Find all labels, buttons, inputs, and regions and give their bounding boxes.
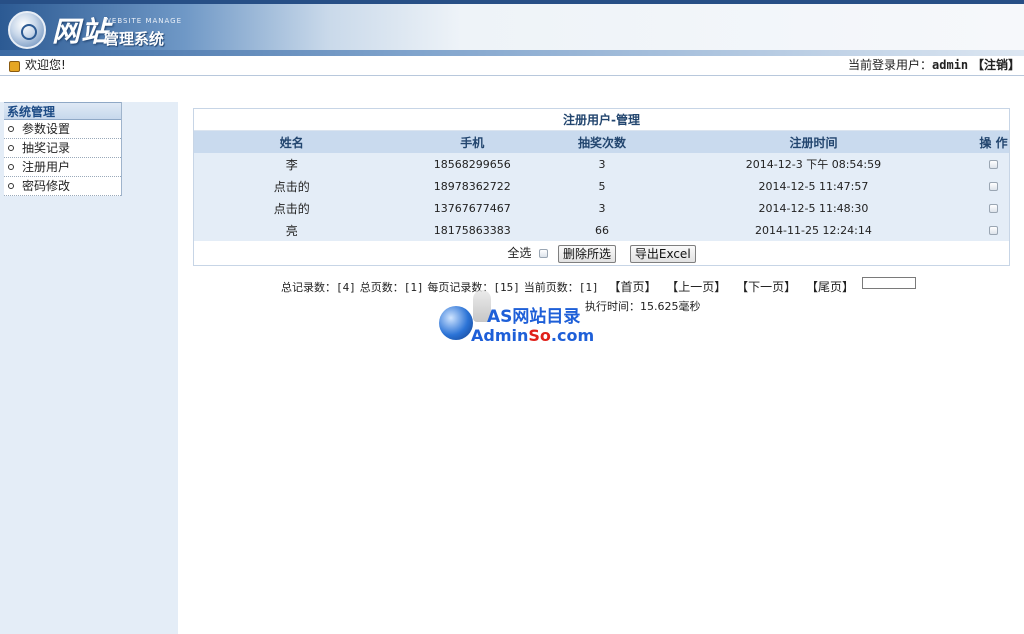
column-header-time: 注册时间	[648, 131, 979, 153]
select-all-checkbox[interactable]	[539, 249, 549, 258]
column-header-draws: 抽奖次数	[555, 131, 649, 153]
sidebar-item-change-password[interactable]: 密码修改	[4, 177, 121, 196]
bullet-icon	[8, 145, 14, 151]
delete-selected-button[interactable]: 删除所选	[558, 244, 617, 263]
cell-action	[978, 197, 1009, 219]
cell-phone: 13767677467	[389, 197, 556, 219]
cell-action	[978, 219, 1009, 241]
login-info: 当前登录用户：admin 【注销】	[848, 56, 1020, 75]
table-actions: 全选 删除所选 导出Excel	[194, 241, 1009, 265]
cell-name: 点击的	[194, 175, 390, 197]
login-label: 当前登录用户：	[848, 58, 933, 72]
cell-name: 亮	[194, 219, 390, 241]
table-row: 点击的 13767677467 3 2014-12-5 11:48:30	[194, 197, 1009, 219]
user-icon	[9, 61, 20, 72]
cell-phone: 18568299656	[389, 153, 556, 175]
row-checkbox[interactable]	[989, 226, 998, 235]
cell-draws: 5	[555, 175, 649, 197]
export-excel-button[interactable]: 导出Excel	[629, 244, 696, 263]
cell-phone: 18175863383	[389, 219, 556, 241]
total-records: 总记录数：[4]	[281, 281, 356, 294]
watermark-title: AS网站目录	[487, 307, 581, 327]
logout-link[interactable]: 【注销】	[972, 58, 1020, 72]
page-jump-input[interactable]	[862, 277, 916, 289]
welcome-text: 欢迎您!	[25, 58, 66, 72]
cell-draws: 3	[555, 153, 649, 175]
sidebar-item-label: 注册用户	[22, 160, 71, 174]
execution-time: 执行时间：15.625毫秒	[585, 300, 701, 313]
brand-subtitle-en: WEBSITE MANAGE	[104, 17, 183, 25]
bullet-icon	[8, 183, 14, 189]
table-header-row: 姓名 手机 抽奖次数 注册时间 操 作	[194, 131, 1009, 153]
prev-page-link[interactable]: 【上一页】	[666, 280, 726, 294]
users-panel: 注册用户-管理 姓名 手机 抽奖次数 注册时间 操 作 李 1856829965…	[193, 108, 1010, 266]
row-checkbox[interactable]	[989, 182, 998, 191]
table-row: 点击的 18978362722 5 2014-12-5 11:47:57	[194, 175, 1009, 197]
column-header-action: 操 作	[978, 131, 1009, 153]
cell-time: 2014-12-3 下午 08:54:59	[648, 153, 979, 175]
sidebar-item-label: 参数设置	[22, 122, 71, 136]
welcome-bar: 欢迎您! 当前登录用户：admin 【注销】	[0, 56, 1024, 76]
cell-action	[978, 175, 1009, 197]
first-page-link[interactable]: 【首页】	[608, 280, 656, 294]
bullet-icon	[8, 126, 14, 132]
cell-time: 2014-12-5 11:47:57	[648, 175, 979, 197]
cell-time: 2014-11-25 12:24:14	[648, 219, 979, 241]
sidebar-item-settings[interactable]: 参数设置	[4, 120, 121, 139]
column-header-phone: 手机	[389, 131, 556, 153]
brand-subtitle: 管理系统	[104, 30, 165, 48]
globe-icon	[439, 306, 473, 340]
bullet-icon	[8, 164, 14, 170]
watermark-url-a: Admin	[471, 326, 529, 345]
row-checkbox[interactable]	[989, 204, 998, 213]
next-page-link[interactable]: 【下一页】	[736, 280, 796, 294]
cell-name: 点击的	[194, 197, 390, 219]
sidebar: 系统管理 参数设置 抽奖记录 注册用户 密码修改	[0, 102, 178, 634]
cell-draws: 3	[555, 197, 649, 219]
table-row: 李 18568299656 3 2014-12-3 下午 08:54:59	[194, 153, 1009, 175]
total-pages: 总页数：[1]	[359, 281, 424, 294]
column-header-name: 姓名	[194, 131, 390, 153]
sidebar-item-label: 抽奖记录	[22, 141, 71, 155]
panel-title: 注册用户-管理	[194, 109, 1009, 131]
sidebar-title: 系统管理	[4, 102, 121, 120]
sidebar-menu: 系统管理 参数设置 抽奖记录 注册用户 密码修改	[4, 102, 122, 196]
watermark: AS网站目录 AdminSo.com	[437, 290, 594, 346]
header-banner: 网站 WEBSITE MANAGE 管理系统	[0, 0, 1024, 56]
cell-time: 2014-12-5 11:48:30	[648, 197, 979, 219]
last-page-link[interactable]: 【尾页】	[806, 280, 854, 294]
users-table: 姓名 手机 抽奖次数 注册时间 操 作 李 18568299656 3 2014…	[194, 131, 1009, 241]
cell-name: 李	[194, 153, 390, 175]
watermark-url-c: .com	[550, 326, 595, 345]
sidebar-item-registered-users[interactable]: 注册用户	[4, 158, 121, 177]
select-all-label: 全选	[507, 246, 532, 260]
cell-draws: 66	[555, 219, 649, 241]
watermark-url-b: So	[528, 326, 551, 345]
row-checkbox[interactable]	[989, 160, 998, 169]
current-username: admin	[932, 58, 969, 72]
logo-icon	[8, 11, 46, 49]
cell-phone: 18978362722	[389, 175, 556, 197]
sidebar-item-draw-records[interactable]: 抽奖记录	[4, 139, 121, 158]
brand-title: 网站	[52, 15, 111, 48]
table-row: 亮 18175863383 66 2014-11-25 12:24:14	[194, 219, 1009, 241]
watermark-url: AdminSo.com	[471, 326, 594, 345]
cell-action	[978, 153, 1009, 175]
sidebar-item-label: 密码修改	[22, 179, 71, 193]
